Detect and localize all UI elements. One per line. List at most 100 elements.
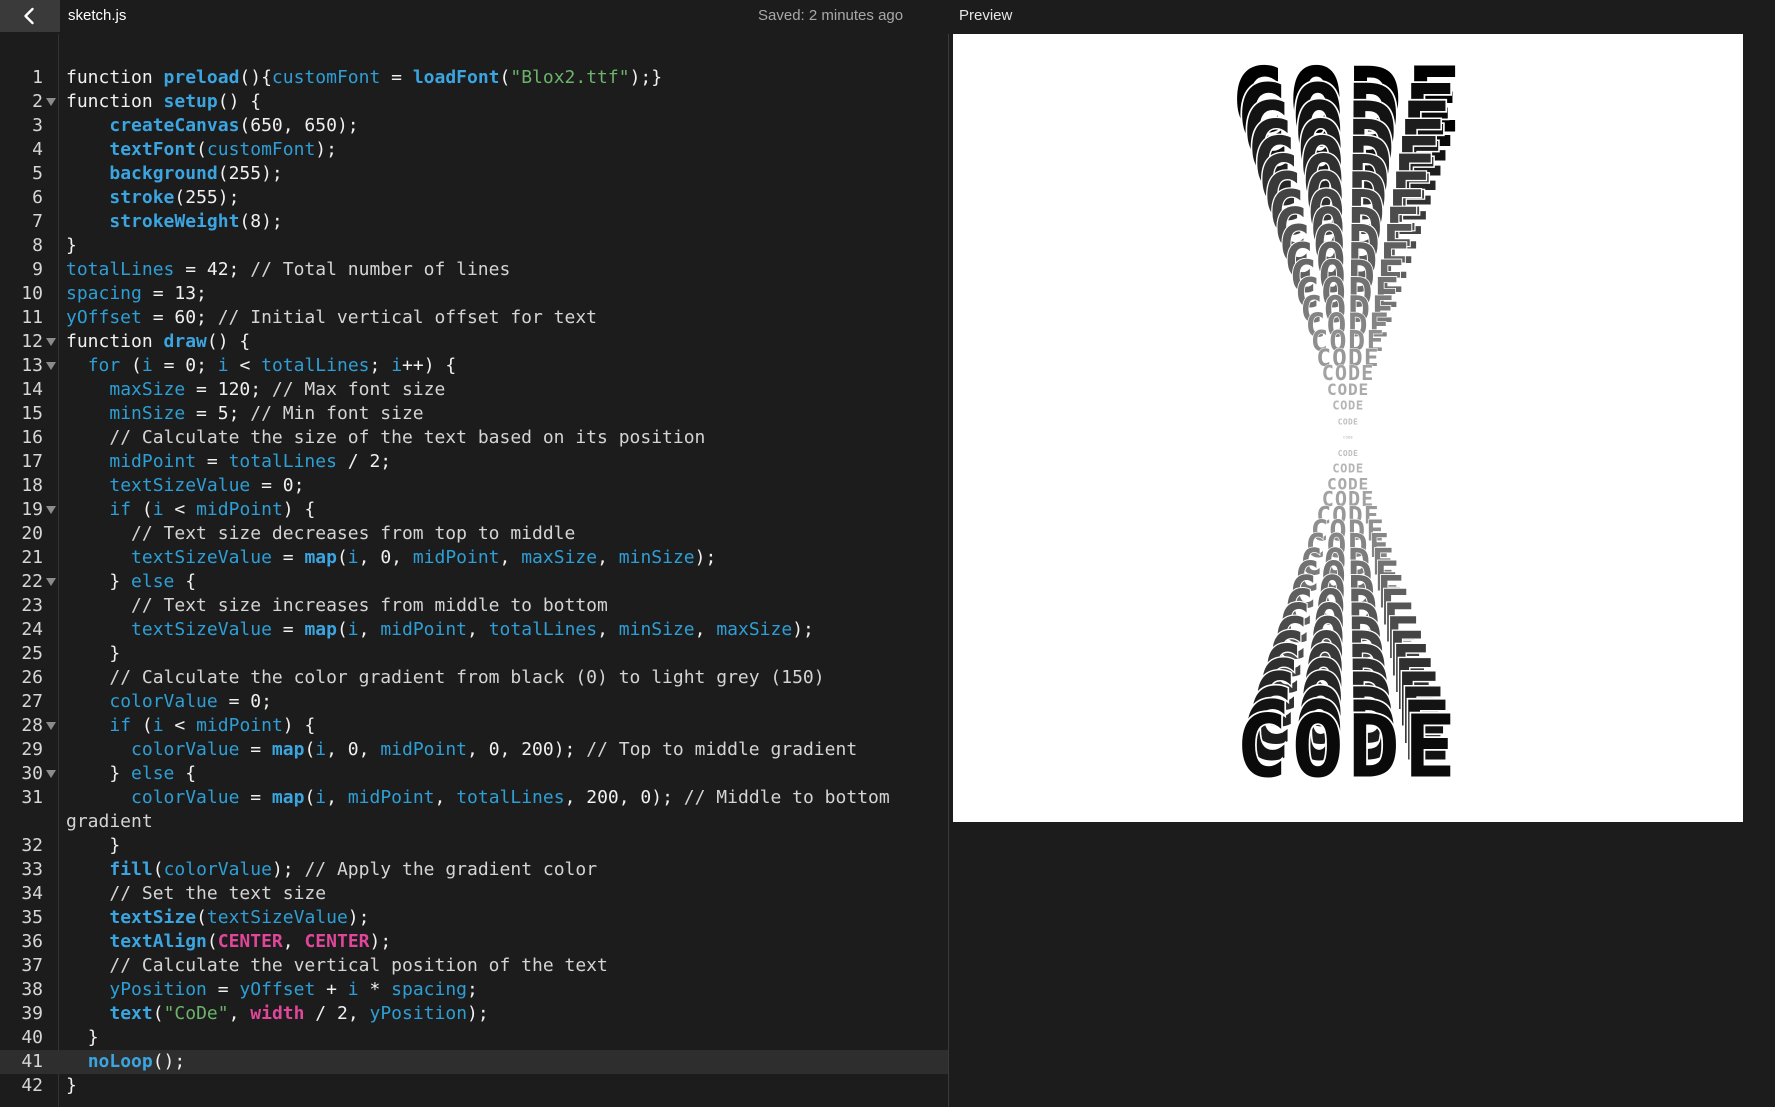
preview-canvas: CODE CODE CODE CODE CODE CODE CODE CODE CODE CODE… <box>953 34 1743 822</box>
code-line[interactable]: 14 maxSize = 120; // Max font size <box>0 378 948 402</box>
line-code: noLoop(); <box>87 1051 186 1072</box>
line-code: spacing = 13; <box>66 283 207 304</box>
code-line[interactable]: 12 function draw() { <box>0 330 948 354</box>
line-number: 18 <box>21 475 43 496</box>
line-number: 24 <box>21 619 43 640</box>
line-code: textSizeValue = 0; <box>109 475 305 496</box>
code-line[interactable]: 18 textSizeValue = 0; <box>0 474 948 498</box>
code-line[interactable]: 33 fill(colorValue); // Apply the gradie… <box>0 858 948 882</box>
back-button[interactable] <box>0 0 60 32</box>
code-line[interactable]: 11 yOffset = 60; // Initial vertical offs… <box>0 306 948 330</box>
code-line[interactable]: 8} <box>0 234 948 258</box>
line-number: 12 <box>21 331 43 352</box>
line-code: colorValue = 0; <box>109 691 272 712</box>
code-line[interactable]: 28 if (i < midPoint) { <box>0 714 948 738</box>
code-line[interactable]: 27 colorValue = 0; <box>0 690 948 714</box>
line-code: maxSize = 120; // Max font size <box>109 379 446 400</box>
code-line[interactable]: 13 for (i = 0; i < totalLines; i++) { <box>0 354 948 378</box>
code-line[interactable]: 1 function preload(){customFont = loadFon… <box>0 66 948 90</box>
code-line[interactable]: 16 // Calculate the size of the text bas… <box>0 426 948 450</box>
code-line[interactable]: 35 textSize(textSizeValue); <box>0 906 948 930</box>
preview-text-line: CODE <box>1332 399 1363 413</box>
code-line[interactable]: 9 totalLines = 42; // Total number of lin… <box>0 258 948 282</box>
line-number: 28 <box>21 715 43 736</box>
code-line[interactable]: 29 colorValue = map(i, 0, midPoint, 0, 2… <box>0 738 948 762</box>
line-code: strokeWeight(8); <box>109 211 283 232</box>
code-line[interactable]: 26 // Calculate the color gradient from … <box>0 666 948 690</box>
line-code: if (i < midPoint) { <box>109 715 316 736</box>
code-line[interactable]: 32 } <box>0 834 948 858</box>
code-line[interactable]: 40 } <box>0 1026 948 1050</box>
line-code: // Calculate the size of the text based … <box>109 427 706 448</box>
line-number: 3 <box>32 115 43 136</box>
code-line[interactable]: 30 } else { <box>0 762 948 786</box>
code-line[interactable]: 3 createCanvas(650, 650); <box>0 114 948 138</box>
code-line[interactable]: 36 textAlign(CENTER, CENTER); <box>0 930 948 954</box>
line-code: function draw() { <box>66 331 251 352</box>
line-number: 7 <box>32 211 43 232</box>
line-code: minSize = 5; // Min font size <box>109 403 424 424</box>
line-number: 25 <box>21 643 43 664</box>
code-line[interactable]: 17 midPoint = totalLines / 2; <box>0 450 948 474</box>
code-line[interactable]: 41 noLoop(); <box>0 1050 948 1074</box>
preview-text-line: CODE <box>1338 417 1359 426</box>
fold-arrow-icon[interactable] <box>46 578 56 586</box>
line-code: // Set the text size <box>109 883 327 904</box>
code-line[interactable]: 37 // Calculate the vertical position of… <box>0 954 948 978</box>
code-line[interactable]: 24 textSizeValue = map(i, midPoint, tota… <box>0 618 948 642</box>
line-number: 5 <box>32 163 43 184</box>
code-line[interactable]: 20 // Text size decreases from top to mi… <box>0 522 948 546</box>
line-number: 23 <box>21 595 43 616</box>
line-code: midPoint = totalLines / 2; <box>109 451 392 472</box>
line-code: } <box>66 835 121 856</box>
code-line[interactable]: 15 minSize = 5; // Min font size <box>0 402 948 426</box>
line-number: 8 <box>32 235 43 256</box>
preview-text-line: CODE <box>1343 435 1353 440</box>
code-lines[interactable]: 1 function preload(){customFont = loadFon… <box>0 66 948 1098</box>
app-window: sketch.js Saved: 2 minutes ago Preview 1… <box>0 0 1775 1107</box>
code-line[interactable]: 7 strokeWeight(8); <box>0 210 948 234</box>
line-code: } else { <box>66 571 197 592</box>
code-line[interactable]: 6 stroke(255); <box>0 186 948 210</box>
preview-text-line: CODE <box>1327 380 1369 399</box>
chevron-left-icon <box>24 7 34 25</box>
code-line[interactable]: 21 textSizeValue = map(i, 0, midPoint, m… <box>0 546 948 570</box>
code-line[interactable]: 34 // Set the text size <box>0 882 948 906</box>
code-line[interactable]: 42} <box>0 1074 948 1098</box>
top-bar: sketch.js Saved: 2 minutes ago Preview <box>0 0 1775 34</box>
line-number: 9 <box>32 259 43 280</box>
line-code: textFont(customFont); <box>109 139 337 160</box>
line-code: } <box>66 643 121 664</box>
line-number: 13 <box>21 355 43 376</box>
code-editor[interactable]: 1 function preload(){customFont = loadFon… <box>0 34 949 1107</box>
file-name[interactable]: sketch.js <box>68 7 126 24</box>
line-number: 31 <box>21 787 43 808</box>
code-line[interactable]: 4 textFont(customFont); <box>0 138 948 162</box>
code-line[interactable]: 25 } <box>0 642 948 666</box>
code-line[interactable]: 5 background(255); <box>0 162 948 186</box>
line-number: 27 <box>21 691 43 712</box>
line-code: colorValue = map(i, 0, midPoint, 0, 200)… <box>131 739 858 760</box>
code-line[interactable]: 10 spacing = 13; <box>0 282 948 306</box>
code-line[interactable]: 23 // Text size increases from middle to… <box>0 594 948 618</box>
line-code: yOffset = 60; // Initial vertical offset… <box>66 307 598 328</box>
fold-arrow-icon[interactable] <box>46 98 56 106</box>
code-line[interactable]: 31 colorValue = map(i, midPoint, totalLi… <box>0 786 948 834</box>
line-number: 29 <box>21 739 43 760</box>
line-code: textSize(textSizeValue); <box>109 907 370 928</box>
line-code: function preload(){customFont = loadFont… <box>66 67 663 88</box>
code-line[interactable]: 19 if (i < midPoint) { <box>0 498 948 522</box>
code-line[interactable]: 2 function setup() { <box>0 90 948 114</box>
fold-arrow-icon[interactable] <box>46 506 56 514</box>
line-code: totalLines = 42; // Total number of line… <box>66 259 511 280</box>
code-line[interactable]: 22 } else { <box>0 570 948 594</box>
line-code: textSizeValue = map(i, midPoint, totalLi… <box>131 619 814 640</box>
fold-arrow-icon[interactable] <box>46 770 56 778</box>
code-line[interactable]: 38 yPosition = yOffset + i * spacing; <box>0 978 948 1002</box>
code-line[interactable]: 39 text("CoDe", width / 2, yPosition); <box>0 1002 948 1026</box>
line-number: 32 <box>21 835 43 856</box>
line-number: 20 <box>21 523 43 544</box>
fold-arrow-icon[interactable] <box>46 362 56 370</box>
fold-arrow-icon[interactable] <box>46 338 56 346</box>
fold-arrow-icon[interactable] <box>46 722 56 730</box>
